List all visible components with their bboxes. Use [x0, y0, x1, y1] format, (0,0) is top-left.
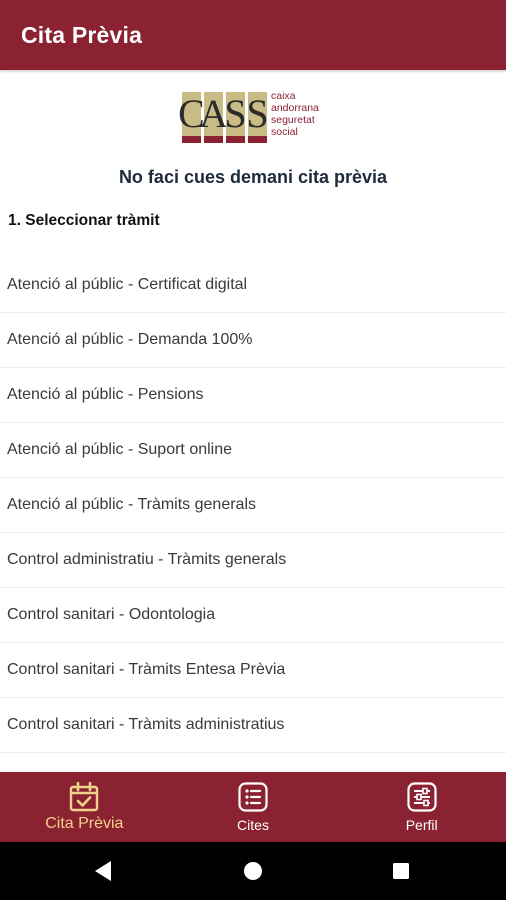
nav-label: Cites: [237, 817, 269, 833]
procedure-item[interactable]: Atenció al públic - Tràmits generals: [0, 478, 506, 533]
logo-letter: S: [246, 92, 269, 143]
section-label: 1. Seleccionar tràmit: [8, 212, 160, 229]
sliders-icon: [407, 782, 437, 812]
home-icon[interactable]: [238, 856, 268, 886]
bottom-nav: Cita Prèvia Cites Perfil: [0, 772, 506, 842]
logo-letter: S: [224, 92, 247, 143]
nav-label: Perfil: [405, 817, 438, 833]
app-bar: Cita Prèvia: [0, 0, 506, 70]
logo-tagline-line: caixa: [271, 90, 296, 102]
procedure-item[interactable]: Control sanitari - Odontologia: [0, 588, 506, 643]
procedure-item[interactable]: Atenció al públic - Demanda 100%: [0, 313, 506, 368]
logo-tagline: caixa andorrana seguretat social: [271, 90, 341, 138]
nav-tab-perfil[interactable]: Perfil: [337, 772, 506, 842]
app-bar-title: Cita Prèvia: [21, 22, 143, 48]
system-navigation-bar: [0, 842, 506, 900]
procedure-item[interactable]: Control administratiu - Tràmits generals: [0, 533, 506, 588]
procedure-item[interactable]: Atenció al públic - Suport online: [0, 423, 506, 478]
back-icon[interactable]: [89, 856, 119, 886]
main-content[interactable]: C A S S caixa andorrana seguretat social…: [0, 70, 506, 772]
procedure-item[interactable]: Atenció al públic - Pensions: [0, 368, 506, 423]
headline: No faci cues demani cita prèvia: [118, 167, 388, 187]
logo-letters: C A S S: [178, 92, 269, 143]
logo-tagline-line: andorrana: [271, 102, 319, 114]
logo-tagline-line: social: [271, 126, 298, 138]
app-screen: Cita Prèvia C A S S caixa andorrana segu…: [0, 0, 506, 900]
procedure-list: Atenció al públic - Certificat digital A…: [0, 258, 506, 753]
recents-icon[interactable]: [386, 856, 416, 886]
cass-logo: C A S S caixa andorrana seguretat social: [178, 90, 332, 150]
logo-letter: A: [199, 92, 228, 143]
nav-tab-cites[interactable]: Cites: [169, 772, 338, 842]
logo-tagline-line: seguretat: [271, 114, 315, 126]
calendar-check-icon: [70, 781, 99, 812]
nav-tab-cita-previa[interactable]: Cita Prèvia: [0, 772, 169, 842]
procedure-item[interactable]: Control sanitari - Tràmits Entesa Prèvia: [0, 643, 506, 698]
nav-label: Cita Prèvia: [45, 815, 124, 832]
procedure-item[interactable]: Atenció al públic - Certificat digital: [0, 258, 506, 313]
procedure-item[interactable]: Control sanitari - Tràmits administratiu…: [0, 698, 506, 753]
list-icon: [238, 782, 268, 812]
